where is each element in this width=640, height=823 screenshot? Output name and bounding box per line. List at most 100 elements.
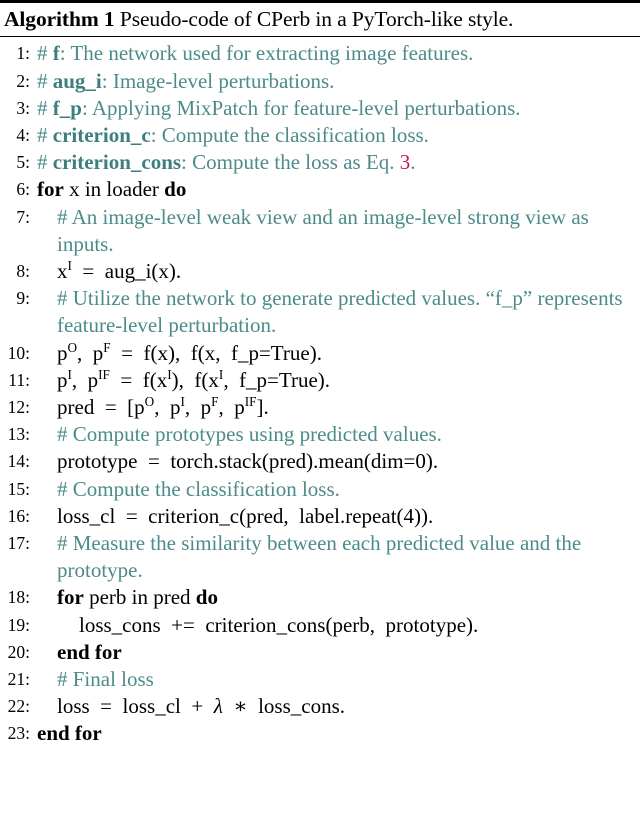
- comment-text: # Compute the classification loss.: [57, 476, 340, 501]
- line-content: xI = aug_i(x).: [35, 258, 640, 285]
- code-text: , p: [154, 395, 181, 420]
- line-content: loss_cl = criterion_c(pred, label.repeat…: [35, 503, 640, 530]
- line-number: 3:: [16, 97, 30, 118]
- algorithm-line: 7: # An image-level weak view and an imag…: [0, 204, 640, 258]
- line-number: 13:: [7, 424, 30, 445]
- comment-text: # An image-level weak view and an image-…: [57, 204, 595, 256]
- comment-text: : Image-level perturbations.: [101, 68, 335, 93]
- line-content: pI, pIF = f(xI), f(xI, f_p=True).: [35, 367, 640, 394]
- line-number: 8:: [16, 261, 30, 282]
- superscript: O: [144, 394, 155, 410]
- algorithm-label: Algorithm 1: [4, 7, 115, 31]
- algorithm-line: 11: pI, pIF = f(xI), f(xI, f_p=True).: [0, 367, 640, 394]
- line-content: # Utilize the network to generate predic…: [35, 285, 640, 339]
- algorithm-caption: Pseudo-code of CPerb in a PyTorch-like s…: [119, 7, 514, 31]
- comment-identifier: criterion_c: [52, 123, 151, 147]
- line-content: pred = [pO, pI, pF, pIF].: [35, 394, 640, 421]
- superscript: IF: [98, 366, 110, 382]
- comment-text: : Applying MixPatch for feature-level pe…: [81, 95, 521, 120]
- algorithm-line: 18: for perb in pred do: [0, 584, 640, 611]
- code-text: x: [57, 259, 68, 284]
- algorithm-line: 17: # Measure the similarity between each…: [0, 530, 640, 584]
- line-content: loss_cons += criterion_cons(perb, protot…: [35, 612, 640, 639]
- equation-reference: 3: [399, 150, 411, 175]
- algorithm-line: 19: loss_cons += criterion_cons(perb, pro…: [0, 612, 640, 639]
- comment-text: #: [37, 150, 53, 175]
- line-content: # f_p: Applying MixPatch for feature-lev…: [35, 95, 640, 122]
- code-text: x in loader: [63, 177, 165, 202]
- line-content: # Measure the similarity between each pr…: [35, 530, 640, 584]
- algorithm-lines: 1: # f: The network used for extracting i…: [0, 37, 640, 747]
- line-content: for x in loader do: [35, 176, 640, 203]
- algorithm-line: 9: # Utilize the network to generate pred…: [0, 285, 640, 339]
- superscript: O: [67, 339, 78, 355]
- code-text: ∗ loss_cons.: [222, 694, 346, 719]
- algorithm-line: 2: # aug_i: Image-level perturbations.: [0, 68, 640, 95]
- comment-text: #: [37, 68, 53, 93]
- line-content: # aug_i: Image-level perturbations.: [35, 68, 640, 95]
- code-text: = f(x: [109, 367, 168, 392]
- code-text: loss = loss_cl +: [57, 694, 214, 719]
- algorithm-line: 6: for x in loader do: [0, 176, 640, 203]
- code-text: = aug_i(x).: [71, 259, 182, 284]
- algorithm-line: 22: loss = loss_cl + λ ∗ loss_cons.: [0, 693, 640, 720]
- line-number: 21:: [7, 669, 30, 690]
- code-text: ].: [256, 395, 269, 420]
- line-number: 5:: [16, 152, 30, 173]
- algorithm-line: 23: end for: [0, 720, 640, 747]
- keyword: for: [57, 585, 84, 610]
- line-content: prototype = torch.stack(pred).mean(dim=0…: [35, 448, 640, 475]
- algorithm-line: 16: loss_cl = criterion_c(pred, label.rep…: [0, 503, 640, 530]
- algorithm-line: 3: # f_p: Applying MixPatch for feature-l…: [0, 95, 640, 122]
- algorithm-line: 12: pred = [pO, pI, pF, pIF].: [0, 394, 640, 421]
- line-content: pO, pF = f(x), f(x, f_p=True).: [35, 340, 640, 367]
- algorithm-line: 5: # criterion_cons: Compute the loss as …: [0, 149, 640, 176]
- comment-text: # Utilize the network to generate predic…: [57, 286, 628, 338]
- line-number: 10:: [7, 342, 30, 363]
- keyword: for: [37, 177, 64, 202]
- code-text: , p: [77, 340, 104, 365]
- line-content: # criterion_c: Compute the classificatio…: [35, 122, 640, 149]
- line-number: 12:: [7, 397, 30, 418]
- superscript: IF: [244, 394, 257, 410]
- comment-text: # Compute prototypes using predicted val…: [57, 422, 442, 447]
- code-text: pred = [p: [57, 395, 145, 420]
- line-number: 16:: [7, 505, 30, 526]
- comment-text: # Final loss: [57, 667, 154, 692]
- code-text: , f_p=True).: [223, 367, 331, 392]
- lambda-symbol: λ: [213, 694, 223, 719]
- line-content: loss = loss_cl + λ ∗ loss_cons.: [35, 693, 640, 720]
- algorithm-line: 13: # Compute prototypes using predicted …: [0, 421, 640, 448]
- superscript: F: [103, 339, 111, 355]
- line-content: end for: [35, 720, 640, 747]
- comment-text: #: [37, 123, 53, 147]
- comment-text: #: [37, 41, 53, 66]
- code-text: ), f(x: [171, 367, 219, 392]
- line-number: 18:: [7, 587, 30, 608]
- comment-identifier: f_p: [52, 95, 82, 120]
- line-content: # f: The network used for extracting ima…: [35, 40, 640, 67]
- line-number: 6:: [16, 179, 30, 200]
- keyword: do: [164, 177, 187, 202]
- comment-text: : Compute the classification loss.: [150, 123, 429, 147]
- line-number: 4:: [16, 125, 30, 145]
- comment-identifier: aug_i: [52, 68, 102, 93]
- code-text: = f(x), f(x, f_p=True).: [110, 340, 322, 365]
- comment-text: : The network used for extracting image …: [59, 41, 474, 66]
- keyword: do: [195, 585, 218, 610]
- code-text: p: [57, 367, 68, 392]
- line-number: 20:: [7, 641, 30, 662]
- line-number: 1:: [16, 43, 30, 64]
- algorithm-block: Algorithm 1 Pseudo-code of CPerb in a Py…: [0, 0, 640, 748]
- line-content: # Final loss: [35, 666, 640, 693]
- algorithm-line: 15: # Compute the classification loss.: [0, 476, 640, 503]
- line-content: # Compute the classification loss.: [35, 476, 640, 503]
- line-number: 22:: [7, 696, 30, 717]
- code-text: , p: [71, 367, 99, 392]
- code-text: loss_cl = criterion_c(pred, label.repeat…: [57, 503, 434, 528]
- code-text: prototype = torch.stack(pred).mean(dim=0…: [57, 449, 439, 474]
- comment-text: .: [410, 150, 416, 175]
- line-number: 23:: [7, 723, 30, 744]
- line-content: # Compute prototypes using predicted val…: [35, 421, 640, 448]
- code-text: , p: [184, 395, 212, 420]
